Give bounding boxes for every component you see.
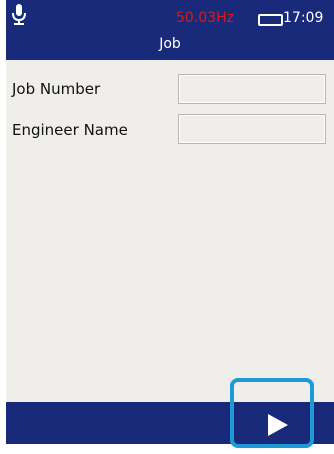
engineer-name-label: Engineer Name [12, 121, 128, 139]
job-number-input[interactable] [178, 74, 326, 104]
job-number-label: Job Number [12, 80, 101, 98]
header-bar: 50.03Hz 17:09 Job [6, 0, 334, 60]
microphone-icon [12, 4, 26, 25]
play-icon [268, 414, 288, 436]
battery-icon [258, 14, 283, 26]
engineer-name-input[interactable] [178, 114, 326, 144]
next-button[interactable] [230, 378, 314, 448]
frequency-readout: 50.03Hz [176, 10, 234, 26]
clock-time: 17:09 [283, 10, 324, 26]
page-title: Job [159, 36, 181, 52]
